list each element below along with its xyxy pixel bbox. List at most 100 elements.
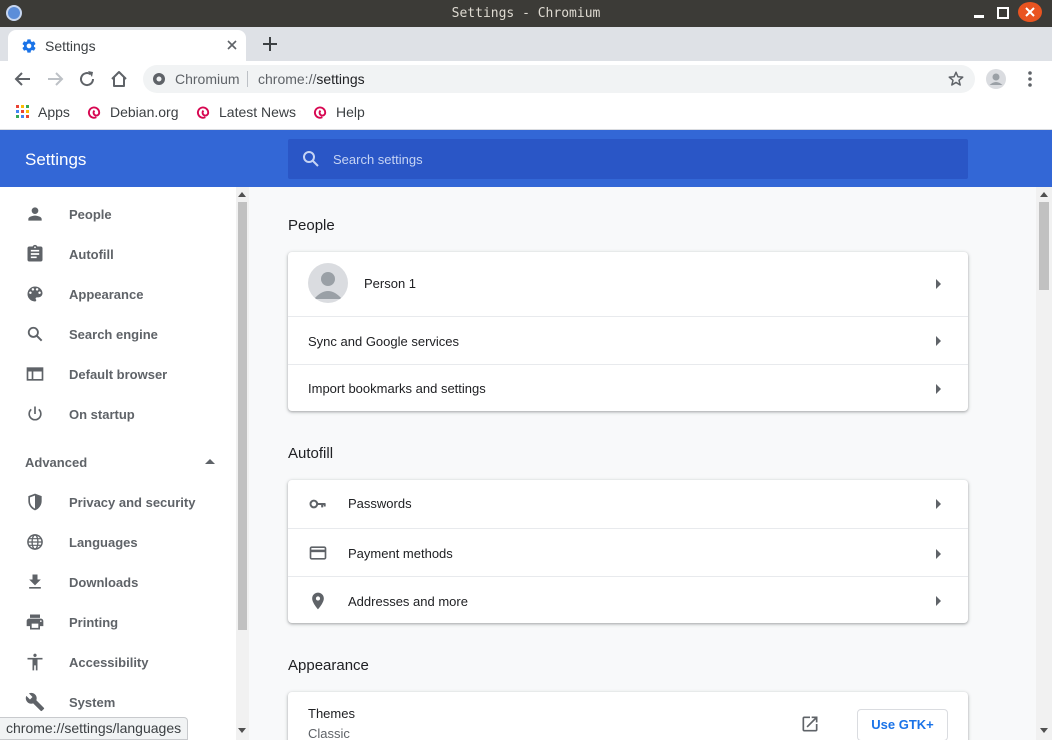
shield-icon: [28, 493, 42, 511]
forward-icon[interactable]: [45, 69, 65, 89]
credit-card-icon: [309, 546, 327, 560]
use-gtk-button[interactable]: Use GTK+: [857, 709, 948, 740]
passwords-row[interactable]: Passwords: [288, 480, 968, 528]
sidebar-item-downloads[interactable]: Downloads: [0, 562, 236, 602]
settings-header: Settings: [0, 130, 1052, 187]
minimize-icon: [974, 15, 984, 18]
addresses-row[interactable]: Addresses and more: [288, 576, 968, 623]
scrollbar-thumb[interactable]: [238, 202, 247, 630]
section-title-appearance: Appearance: [288, 657, 369, 674]
main-scrollbar[interactable]: [1036, 187, 1052, 740]
section-title-autofill: Autofill: [288, 445, 334, 462]
debian-swirl-icon: [196, 106, 210, 119]
tab-settings[interactable]: Settings: [8, 30, 246, 61]
sidebar-item-autofill[interactable]: Autofill: [0, 234, 236, 274]
tab-title: Settings: [45, 38, 96, 54]
site-name: Chromium: [175, 71, 240, 87]
sidebar-item-printing[interactable]: Printing: [0, 602, 236, 642]
bookmark-latest-news[interactable]: Latest News: [196, 102, 296, 122]
sidebar-item-system[interactable]: System: [0, 682, 236, 722]
address-bar[interactable]: Chromium chrome://settings: [143, 65, 975, 93]
autofill-card: Passwords Payment methods Addresses and …: [288, 480, 968, 623]
sidebar-item-label: Autofill: [69, 247, 114, 262]
scroll-down-arrow[interactable]: [1040, 728, 1048, 733]
bookmark-debian[interactable]: Debian.org: [87, 102, 179, 122]
scrollbar-thumb[interactable]: [1039, 202, 1049, 290]
kebab-menu-icon[interactable]: [1020, 69, 1040, 89]
person-row[interactable]: Person 1: [288, 252, 968, 316]
bookmarks-bar: Apps Debian.org Latest News Help: [0, 96, 1052, 130]
globe-icon: [27, 534, 43, 550]
maximize-icon: [997, 7, 1009, 19]
advanced-section-toggle[interactable]: Advanced: [25, 455, 87, 470]
sidebar-item-label: People: [69, 207, 112, 222]
url-path: settings: [316, 71, 365, 87]
sidebar-item-on-startup[interactable]: On startup: [0, 394, 236, 434]
themes-value: Classic: [308, 726, 350, 740]
bookmark-star-icon[interactable]: [947, 70, 965, 88]
arrow-right-icon: [936, 499, 941, 509]
sidebar-item-default-browser[interactable]: Default browser: [0, 354, 236, 394]
palette-icon: [27, 286, 43, 302]
close-window-button[interactable]: [1018, 2, 1042, 22]
maximize-button[interactable]: [992, 3, 1014, 23]
sidebar-item-label: System: [69, 695, 116, 710]
sidebar-item-label: On startup: [69, 407, 135, 422]
sidebar-item-label: Appearance: [69, 287, 144, 302]
sidebar-scrollbar[interactable]: [236, 187, 249, 740]
gear-icon: [22, 39, 36, 53]
bookmark-label: Debian.org: [110, 104, 179, 120]
apps-grid-icon: [16, 105, 29, 118]
sidebar-item-accessibility[interactable]: Accessibility: [0, 642, 236, 682]
avatar: [308, 263, 348, 303]
new-tab-icon[interactable]: [261, 35, 279, 53]
bookmark-label: Apps: [38, 104, 70, 120]
window-titlebar: Settings - Chromium: [0, 0, 1052, 27]
reload-icon[interactable]: [77, 69, 97, 89]
back-icon[interactable]: [13, 69, 33, 89]
sync-row[interactable]: Sync and Google services: [288, 316, 968, 364]
wrench-icon: [25, 692, 45, 712]
download-icon: [29, 574, 41, 589]
sidebar-item-privacy[interactable]: Privacy and security: [0, 482, 236, 522]
section-title-people: People: [288, 217, 335, 234]
search-icon: [303, 151, 319, 167]
bookmark-apps[interactable]: Apps: [16, 102, 70, 122]
sidebar-item-label: Languages: [69, 535, 138, 550]
scroll-up-arrow[interactable]: [1040, 192, 1048, 197]
scroll-down-arrow[interactable]: [238, 728, 246, 733]
sidebar-item-search-engine[interactable]: Search engine: [0, 314, 236, 354]
debian-swirl-icon: [87, 106, 101, 119]
settings-sidebar: People Autofill Appearance Search engine…: [0, 187, 236, 740]
sidebar-item-languages[interactable]: Languages: [0, 522, 236, 562]
url-scheme: chrome://: [258, 71, 317, 87]
bookmark-help[interactable]: Help: [313, 102, 365, 122]
home-icon[interactable]: [109, 69, 129, 89]
status-bubble: chrome://settings/languages: [0, 717, 189, 740]
minimize-button[interactable]: [968, 3, 990, 23]
person-icon: [28, 207, 42, 221]
key-icon: [309, 499, 326, 509]
payment-row[interactable]: Payment methods: [288, 528, 968, 576]
bookmark-label: Help: [336, 104, 365, 120]
people-card: Person 1 Sync and Google services Import…: [288, 252, 968, 411]
arrow-right-icon: [936, 279, 941, 289]
arrow-right-icon: [936, 549, 941, 559]
themes-row[interactable]: Themes Classic Use GTK+: [288, 692, 968, 740]
profile-icon[interactable]: [986, 69, 1006, 89]
chromium-site-icon: [153, 73, 165, 85]
external-link-icon[interactable]: [800, 714, 820, 734]
sidebar-item-appearance[interactable]: Appearance: [0, 274, 236, 314]
import-label: Import bookmarks and settings: [308, 381, 486, 396]
arrow-right-icon: [936, 596, 941, 606]
search-input[interactable]: [333, 148, 933, 170]
sidebar-item-people[interactable]: People: [0, 194, 236, 234]
browser-window-icon: [26, 367, 44, 381]
sidebar-item-label: Downloads: [69, 575, 139, 590]
printer-icon: [26, 614, 44, 630]
import-row[interactable]: Import bookmarks and settings: [288, 364, 968, 411]
scroll-up-arrow[interactable]: [238, 192, 246, 197]
search-settings-box[interactable]: [288, 139, 968, 179]
close-tab-icon[interactable]: [225, 38, 239, 52]
caret-up-icon[interactable]: [204, 458, 216, 466]
